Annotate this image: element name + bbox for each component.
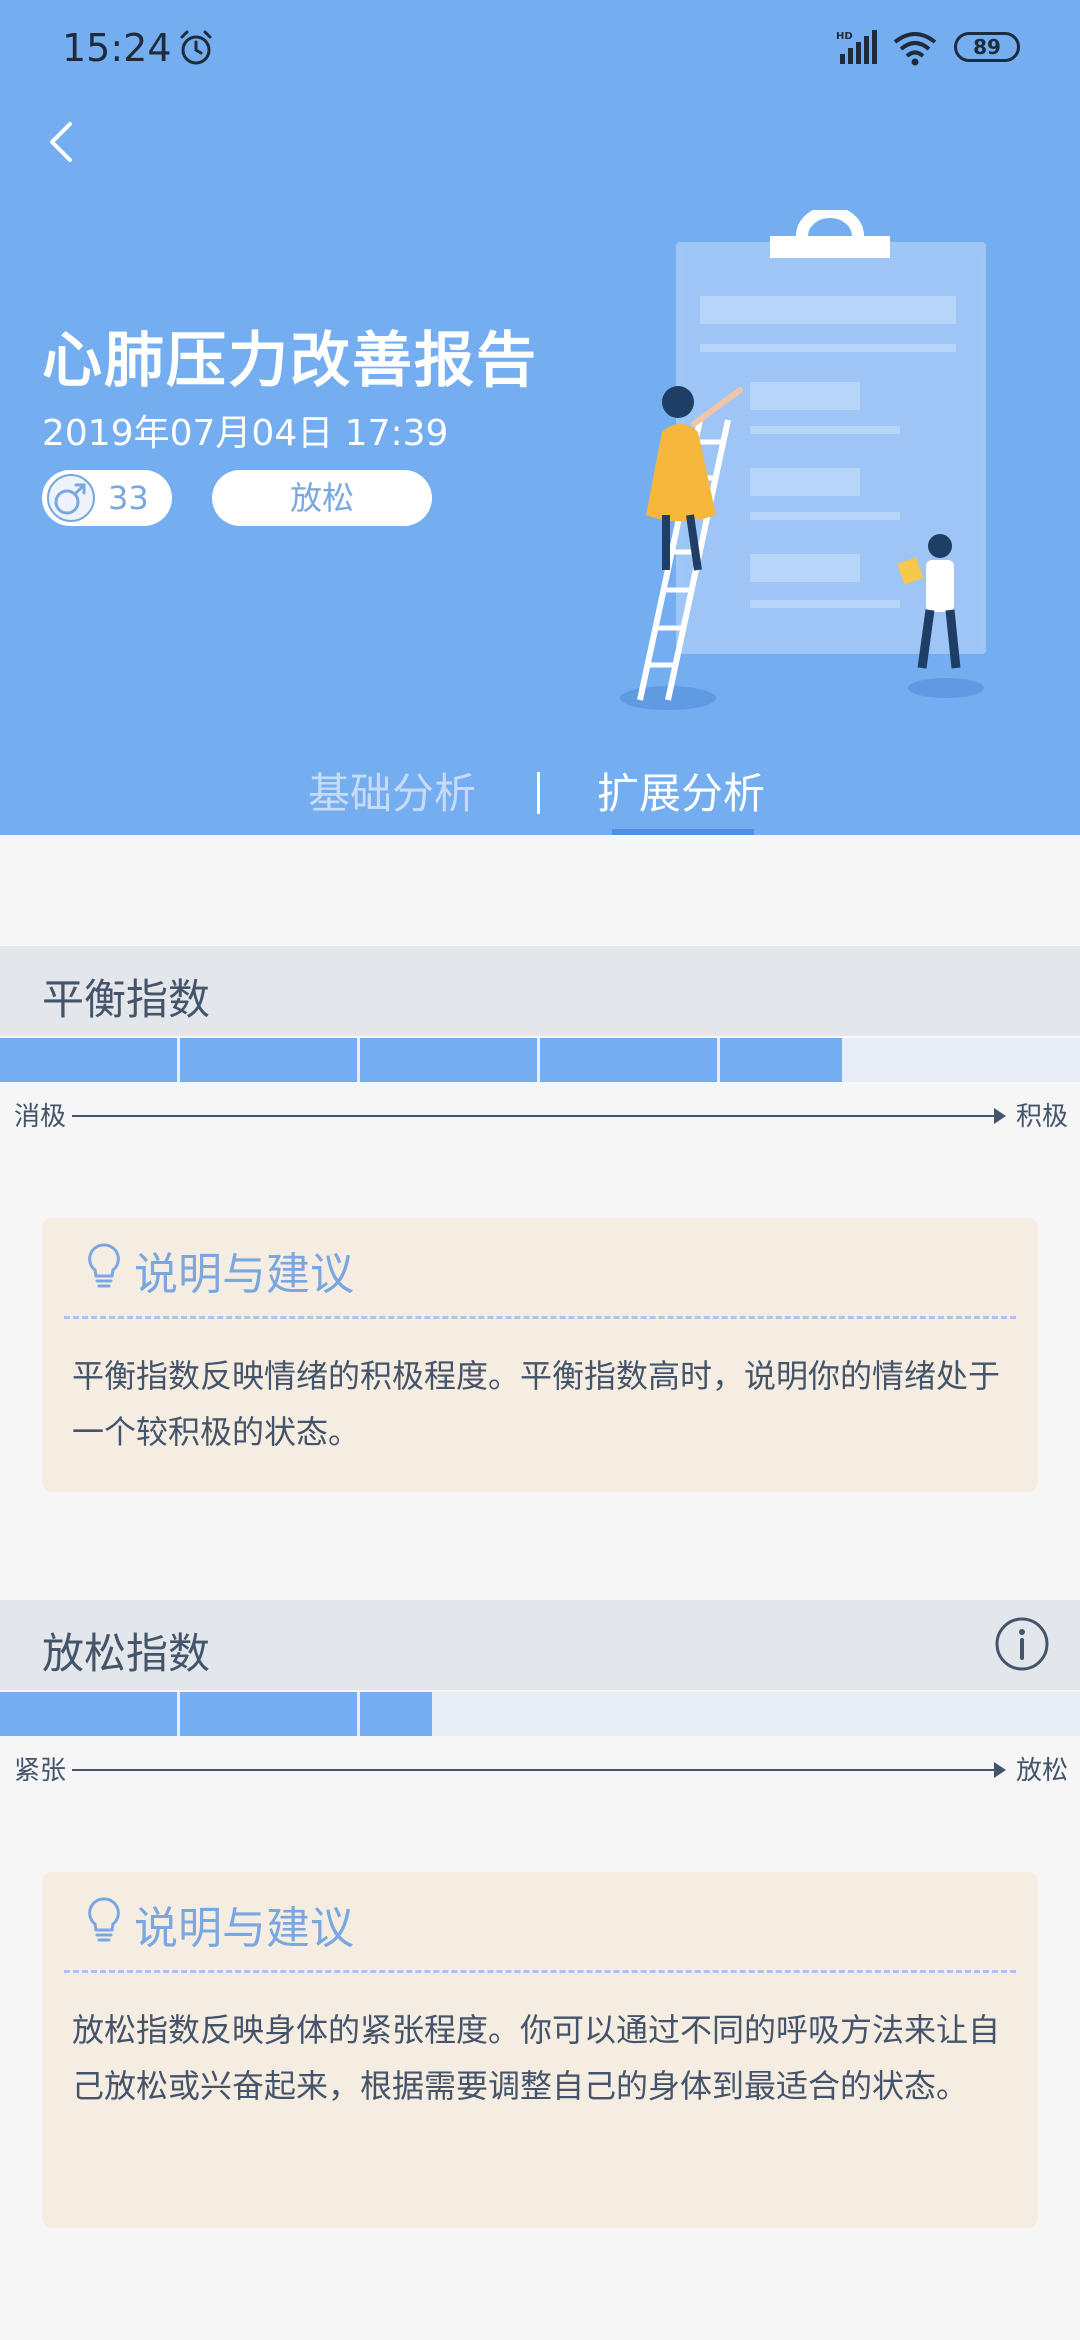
battery-indicator: 89: [954, 32, 1020, 62]
report-header: 15:24 HD 89 心肺压力改善报告 2019年07月04日 17:39 3…: [0, 0, 1080, 835]
bar-segment: [0, 1692, 177, 1736]
active-tab-indicator: [612, 829, 754, 835]
advice-divider: [64, 1316, 1016, 1319]
tab-divider: [537, 772, 540, 814]
report-tabs: 基础分析 扩展分析: [0, 760, 1080, 835]
back-button[interactable]: [34, 104, 94, 180]
bar-segment: [180, 1038, 357, 1082]
relax-index-header: 放松指数: [0, 1600, 1080, 1690]
advice-text: 平衡指数反映情绪的积极程度。平衡指数高时，说明你的情绪处于一个较积极的状态。: [72, 1357, 1001, 1451]
axis-arrow-icon: [994, 1762, 1006, 1778]
axis-line: [72, 1115, 996, 1117]
status-bar: 15:24 HD 89: [0, 0, 1080, 96]
alarm-icon: [180, 30, 212, 65]
advice-text: 放松指数反映身体的紧张程度。你可以通过不同的呼吸方法来让自己放松或兴奋起来，根据…: [72, 2011, 1001, 2105]
info-icon[interactable]: [994, 1616, 1050, 1672]
bar-segment: [360, 1692, 432, 1736]
balance-index-title: 平衡指数: [42, 975, 211, 1024]
advice-divider: [64, 1970, 1016, 1973]
page-title: 心肺压力改善报告: [42, 326, 538, 396]
balance-index-header: 平衡指数: [0, 946, 1080, 1036]
male-icon: [47, 474, 95, 522]
advice-title: 说明与建议: [134, 1249, 354, 1300]
report-date: 2019年07月04日 17:39: [42, 413, 449, 454]
lightbulb-icon: [88, 1243, 120, 1288]
axis-right-label: 放松: [1015, 1756, 1068, 1786]
tab-extended-analysis[interactable]: 扩展分析: [597, 760, 765, 821]
bar-segment: [0, 1038, 177, 1082]
tab-basic-analysis[interactable]: 基础分析: [308, 760, 476, 821]
age-value: 33: [108, 479, 149, 517]
axis-left-label: 紧张: [14, 1756, 67, 1786]
relax-advice-card: 说明与建议 放松指数反映身体的紧张程度。你可以通过不同的呼吸方法来让自己放松或兴…: [42, 1872, 1038, 2228]
balance-advice-card: 说明与建议 平衡指数反映情绪的积极程度。平衡指数高时，说明你的情绪处于一个较积极…: [42, 1218, 1038, 1492]
axis-right-label: 积极: [1015, 1102, 1068, 1132]
axis-line: [72, 1769, 996, 1771]
advice-title: 说明与建议: [134, 1903, 354, 1954]
balance-index-axis: 消极 积极: [0, 1096, 1080, 1136]
network-badge: HD: [836, 31, 853, 42]
wifi-icon: [893, 32, 937, 66]
axis-arrow-icon: [994, 1108, 1006, 1124]
status-time: 15:24: [62, 26, 172, 70]
balance-index-bar: [0, 1038, 1080, 1082]
bar-segment: [360, 1038, 537, 1082]
bar-segment: [720, 1038, 842, 1082]
age-badge: 33: [42, 470, 172, 526]
bar-segment: [180, 1692, 357, 1736]
axis-left-label: 消极: [14, 1102, 67, 1132]
lightbulb-icon: [88, 1897, 120, 1942]
report-illustration: [620, 210, 986, 710]
state-badge[interactable]: 放松: [212, 470, 432, 526]
signal-icon: HD: [836, 30, 877, 64]
bar-segment: [540, 1038, 717, 1082]
relax-index-bar: [0, 1692, 1080, 1736]
back-icon: [50, 122, 72, 162]
relax-index-axis: 紧张 放松: [0, 1750, 1080, 1790]
relax-index-title: 放松指数: [42, 1629, 211, 1678]
